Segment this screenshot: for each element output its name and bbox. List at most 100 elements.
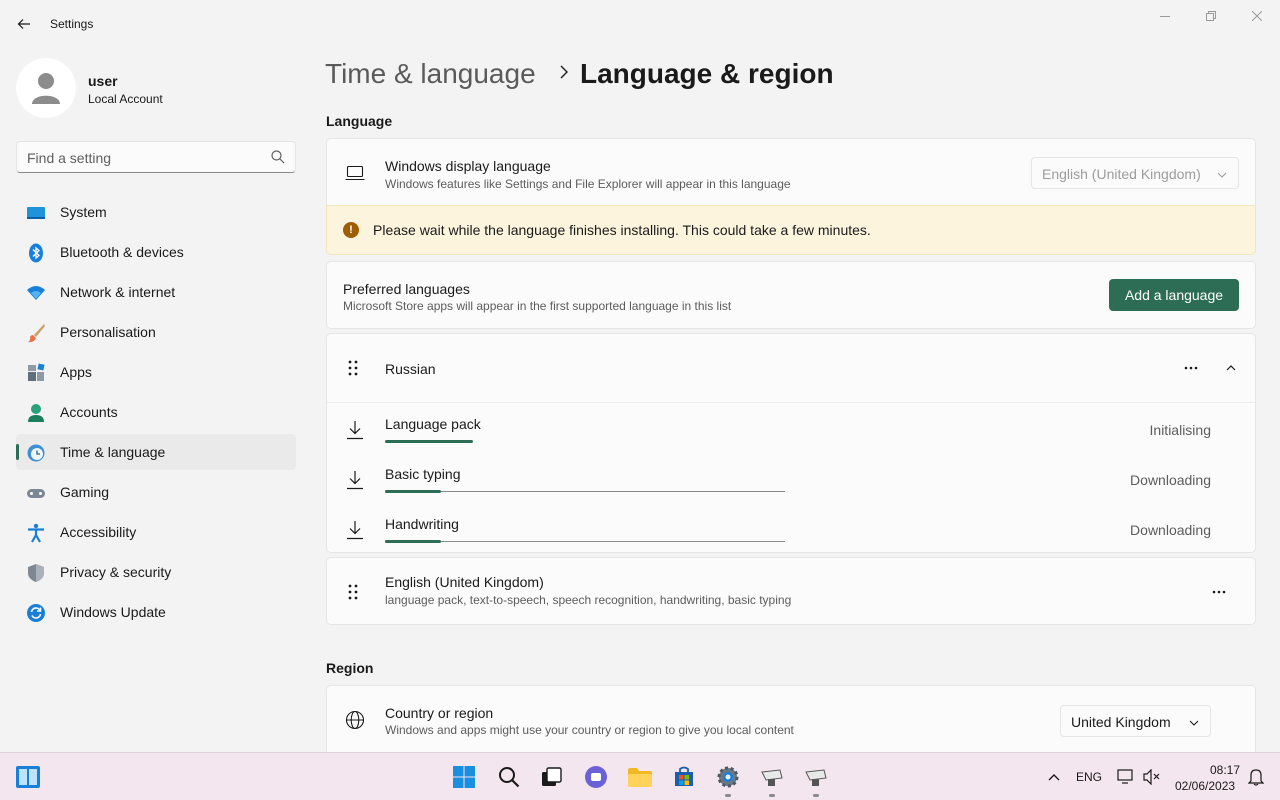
wifi-icon [27, 286, 45, 300]
bluetooth-icon [29, 243, 43, 263]
minimize-icon [1160, 16, 1170, 17]
sidebar-item-personalisation[interactable]: Personalisation [16, 314, 296, 350]
clock-time[interactable]: 08:17 [1210, 763, 1240, 777]
start-button[interactable] [448, 761, 480, 793]
sidebar-item-windows-update[interactable]: Windows Update [16, 594, 296, 630]
section-heading-region: Region [326, 660, 374, 676]
clock-date[interactable]: 02/06/2023 [1175, 779, 1235, 793]
add-language-button[interactable]: Add a language [1109, 279, 1239, 311]
sidebar-item-system[interactable]: System [16, 194, 296, 230]
volume-button[interactable] [1136, 761, 1168, 793]
accessibility-icon [28, 523, 44, 543]
language-name: Russian [385, 361, 436, 377]
country-region-subtitle: Windows and apps might use your country … [385, 723, 794, 737]
chevron-right-icon [560, 65, 568, 79]
collapse-button[interactable] [1215, 352, 1247, 384]
preferred-languages-subtitle: Microsoft Store apps will appear in the … [343, 299, 732, 313]
restore-icon [1206, 11, 1216, 21]
download-item-label: Basic typing [385, 466, 461, 482]
user-profile[interactable]: user Local Account [16, 58, 296, 118]
display-language-subtitle: Windows features like Settings and File … [385, 177, 791, 191]
widgets-button[interactable] [12, 761, 44, 793]
breadcrumb-parent[interactable]: Time & language [325, 58, 536, 89]
download-icon [347, 471, 363, 490]
input-language-indicator[interactable]: ENG [1076, 770, 1102, 784]
download-item-label: Language pack [385, 416, 481, 432]
show-hidden-icons-button[interactable] [1038, 761, 1070, 793]
display-language-card: Windows display language Windows feature… [326, 138, 1256, 206]
update-icon [27, 604, 45, 622]
store-icon [675, 766, 693, 786]
network-icon [1117, 769, 1133, 784]
preferred-languages-card: Preferred languages Microsoft Store apps… [326, 261, 1256, 329]
sidebar-item-bluetooth[interactable]: Bluetooth & devices [16, 234, 296, 270]
chevron-up-icon [1048, 774, 1060, 781]
settings-app-button[interactable] [712, 761, 744, 797]
gear-icon [717, 766, 739, 788]
sidebar-item-label: Accessibility [60, 524, 137, 540]
sidebar-nav: System Bluetooth & devices Network & int… [16, 194, 296, 634]
back-button[interactable] [8, 8, 40, 40]
notifications-button[interactable] [1240, 761, 1272, 793]
globe-icon [345, 710, 365, 730]
shield-icon [28, 564, 44, 582]
taskbar-search-button[interactable] [493, 761, 525, 793]
close-icon [1252, 11, 1262, 21]
download-item-basic-typing: Basic typing Downloading [327, 454, 1255, 504]
close-button[interactable] [1234, 0, 1280, 32]
sidebar-item-label: Gaming [60, 484, 110, 500]
more-options-button[interactable] [1203, 576, 1235, 608]
app-button-2[interactable] [800, 761, 832, 797]
search-input[interactable]: Find a setting [16, 141, 296, 173]
microsoft-store-button[interactable] [668, 761, 700, 793]
search-icon [271, 150, 285, 164]
language-card-english: English (United Kingdom) language pack, … [326, 557, 1256, 625]
download-status: Downloading [1130, 522, 1211, 538]
download-item-handwriting: Handwriting Downloading [327, 504, 1255, 554]
country-region-dropdown[interactable]: United Kingdom [1060, 705, 1211, 737]
running-indicator [769, 794, 775, 797]
app-title: Settings [50, 17, 94, 31]
chevron-down-icon [1189, 720, 1199, 726]
sidebar-item-accessibility[interactable]: Accessibility [16, 514, 296, 550]
download-icon [347, 521, 363, 540]
user-icon [32, 73, 60, 104]
language-features: language pack, text-to-speech, speech re… [385, 593, 792, 607]
drag-handle-icon[interactable] [348, 360, 358, 376]
sidebar-item-privacy[interactable]: Privacy & security [16, 554, 296, 590]
teams-chat-button[interactable] [580, 761, 612, 793]
app-button-1[interactable] [756, 761, 788, 797]
sidebar-item-apps[interactable]: Apps [16, 354, 296, 390]
page-title: Language & region [580, 58, 834, 89]
sidebar-item-gaming[interactable]: Gaming [16, 474, 296, 510]
warning-text: Please wait while the language finishes … [373, 222, 871, 238]
drag-handle-icon[interactable] [348, 584, 358, 600]
more-icon [1212, 590, 1226, 594]
minimize-button[interactable] [1142, 0, 1188, 32]
country-region-value: United Kingdom [1071, 714, 1171, 730]
maximize-button[interactable] [1188, 0, 1234, 32]
app-icon [805, 769, 827, 786]
sidebar-item-accounts[interactable]: Accounts [16, 394, 296, 430]
more-options-button[interactable] [1175, 352, 1207, 384]
search-placeholder: Find a setting [27, 150, 112, 166]
sidebar-item-label: System [60, 204, 107, 220]
country-region-title: Country or region [385, 705, 494, 721]
sidebar-item-network[interactable]: Network & internet [16, 274, 296, 310]
display-language-title: Windows display language [385, 158, 551, 174]
display-language-value: English (United Kingdom) [1042, 166, 1201, 182]
sidebar-item-label: Bluetooth & devices [60, 244, 184, 260]
download-status: Initialising [1149, 422, 1211, 438]
display-language-dropdown[interactable]: English (United Kingdom) [1031, 157, 1239, 189]
chat-icon [585, 766, 607, 788]
avatar [16, 58, 76, 118]
download-status: Downloading [1130, 472, 1211, 488]
task-view-icon [542, 767, 562, 786]
preferred-languages-title: Preferred languages [343, 281, 470, 297]
back-arrow-icon [17, 19, 30, 29]
file-explorer-button[interactable] [624, 761, 656, 793]
sidebar-item-label: Personalisation [60, 324, 156, 340]
task-view-button[interactable] [536, 761, 568, 793]
language-name: English (United Kingdom) [385, 574, 544, 590]
sidebar-item-time-language[interactable]: Time & language [16, 434, 296, 470]
